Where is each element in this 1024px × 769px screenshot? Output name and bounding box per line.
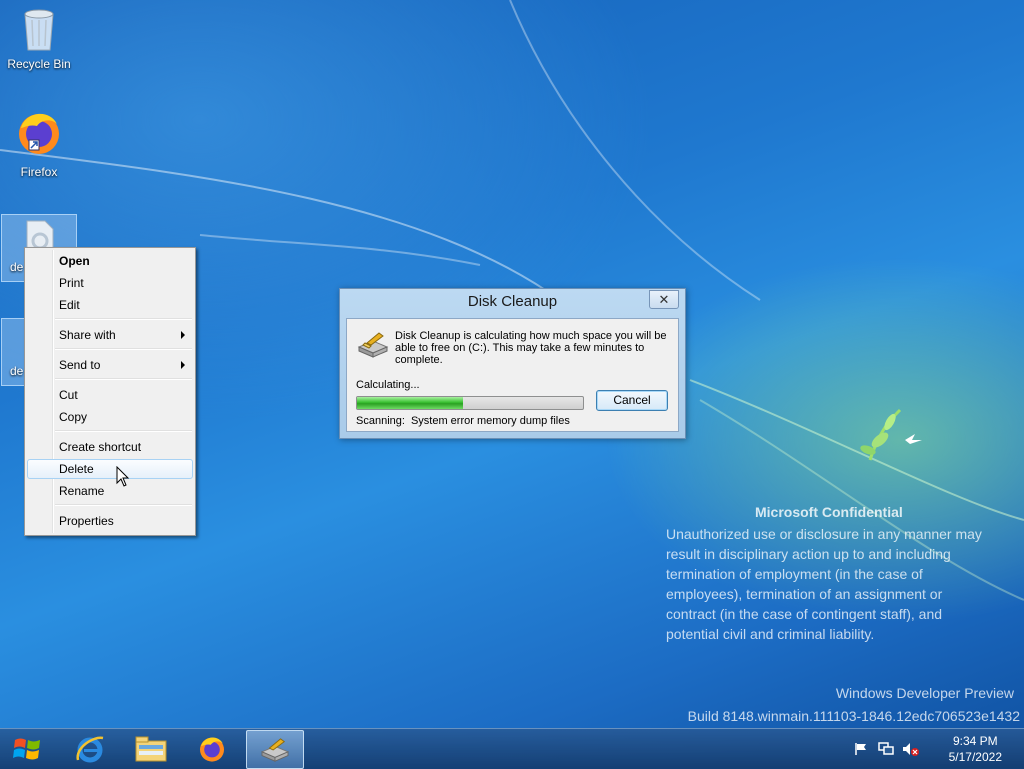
menu-item-properties[interactable]: Properties [27,511,193,531]
submenu-arrow-icon [181,331,185,339]
scanning-row: Scanning: System error memory dump files [356,415,570,427]
watermark-title: Microsoft Confidential [755,504,903,520]
menu-item-print[interactable]: Print [27,273,193,293]
network-icon[interactable] [878,742,894,756]
desktop-icon-firefox[interactable]: Firefox [1,110,77,179]
clock[interactable]: 9:34 PM 5/17/2022 [949,733,1002,765]
bird-and-leaves [860,408,922,461]
mouse-cursor-icon [116,466,130,487]
watermark-line: result in disciplinary action up to and … [666,546,951,562]
menu-item-label: Share with [59,328,116,342]
taskbar-firefox[interactable] [184,730,240,767]
dialog-message: Disk Cleanup is calculating how much spa… [395,330,667,366]
menu-item-copy[interactable]: Copy [27,407,193,427]
watermark-line: contract (in the case of contingent staf… [666,606,943,622]
menu-item-create-shortcut[interactable]: Create shortcut [27,437,193,457]
clock-time: 9:34 PM [952,734,998,748]
menu-separator [55,430,192,432]
taskbar-file-explorer[interactable] [123,730,179,767]
file-explorer-icon [135,736,167,761]
build-text: Build 8148.winmain.111103-1846.12edc7065… [687,708,1020,724]
menu-separator [55,378,192,380]
action-center-flag-icon[interactable] [854,742,868,756]
menu-item-label: Properties [59,514,114,528]
windows-logo-icon [13,738,40,760]
menu-item-send-to[interactable]: Send to [27,355,193,375]
menu-item-label: Delete [59,462,94,476]
taskbar: 9:34 PM 5/17/2022 [0,728,1024,769]
menu-item-label: Print [59,276,84,290]
menu-separator [55,318,192,320]
menu-item-label: Cut [59,388,78,402]
menu-item-edit[interactable]: Edit [27,295,193,315]
menu-item-label: Copy [59,410,88,424]
menu-item-rename[interactable]: Rename [27,481,193,501]
clock-date: 5/17/2022 [948,750,1002,764]
progress-fill [357,397,464,409]
desktop-icon-label: Firefox [20,165,58,179]
menu-item-open[interactable]: Open [27,251,193,271]
menu-item-delete[interactable]: Delete [27,459,193,479]
menu-separator [55,348,192,350]
status-text: Calculating... [356,379,420,391]
disk-cleanup-icon [357,332,389,358]
menu-item-share-with[interactable]: Share with [27,325,193,345]
menu-item-label: Create shortcut [59,440,142,454]
scanning-value: System error memory dump files [410,415,570,427]
menu-item-label: Open [59,254,90,268]
watermark-line: potential civil and criminal liability. [666,626,875,642]
menu-item-cut[interactable]: Cut [27,385,193,405]
scanning-label: Scanning: [356,415,405,427]
edition-text: Windows Developer Preview [835,685,1014,701]
internet-explorer-icon [76,736,104,762]
menu-item-label: Rename [59,484,105,498]
dialog-title: Disk Cleanup [467,293,558,310]
watermark-line: Unauthorized use or disclosure in any ma… [666,526,982,542]
menu-item-label: Send to [59,358,101,372]
firefox-icon [19,113,59,154]
taskbar-internet-explorer[interactable] [62,730,118,767]
menu-item-label: Edit [59,298,80,312]
cancel-button[interactable]: Cancel [596,390,668,411]
disk-cleanup-icon [260,737,290,762]
close-button[interactable]: ✕ [649,290,679,309]
desktop-icon-label: Recycle Bin [7,57,71,71]
progress-bar [356,396,584,410]
context-menu: Open Print Edit Share with Send to Cut C… [24,247,196,536]
watermark-text: Unauthorized use or disclosure in any ma… [666,524,982,644]
dialog-body: Disk Cleanup is calculating how much spa… [346,318,679,432]
watermark-line: termination of employment (in the case o… [666,566,923,582]
start-button[interactable] [0,729,54,769]
disk-cleanup-dialog: Disk Cleanup ✕ Disk Cleanup is calculati… [339,288,686,439]
submenu-arrow-icon [181,361,185,369]
desktop-icon-recycle-bin[interactable]: Recycle Bin [1,6,77,71]
watermark-line: employees), termination of an assignment… [666,586,943,602]
taskbar-disk-cleanup[interactable] [246,730,304,769]
menu-separator [55,504,192,506]
firefox-icon [200,736,224,762]
close-icon: ✕ [658,292,670,307]
recycle-bin-icon [24,9,54,51]
volume-muted-icon[interactable] [902,742,920,756]
